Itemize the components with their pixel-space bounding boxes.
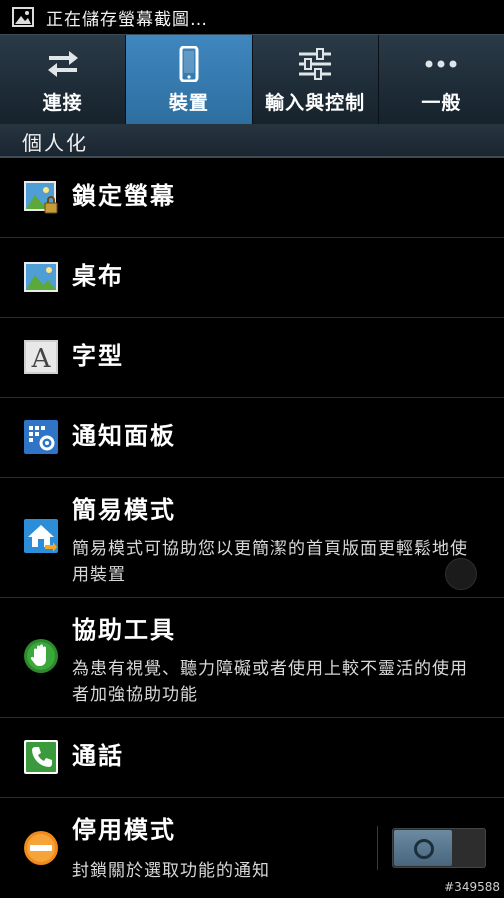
tab-label: 連接 (42, 91, 83, 114)
list-item-accessibility[interactable]: 協助工具 為患有視覺、聽力障礙或者使用上較不靈活的使用者加強協助功能 (0, 598, 504, 718)
item-subtitle: 簡易模式可協助您以更簡潔的首頁版面更輕鬆地使用裝置 (72, 539, 468, 585)
floating-touch-dot (445, 558, 477, 590)
lock-screen-icon (24, 181, 58, 214)
notification-panel-icon (24, 420, 58, 454)
more-dots-icon (425, 60, 457, 67)
toggle-divider (377, 826, 378, 870)
item-title: 停用模式 (72, 816, 176, 844)
tab-label: 一般 (421, 91, 462, 114)
item-title: 簡易模式 (72, 496, 176, 524)
tab-label: 裝置 (168, 91, 209, 114)
blocking-mode-toggle[interactable] (392, 828, 486, 868)
tab-label: 輸入與控制 (265, 91, 366, 114)
status-bar: 正在儲存螢幕截圖… (0, 0, 504, 34)
list-item-blocking-mode[interactable]: 停用模式 封鎖關於選取功能的通知 (0, 798, 504, 898)
accessibility-icon (24, 639, 58, 673)
item-title: 鎖定螢幕 (72, 182, 176, 210)
section-header-label: 個人化 (22, 131, 88, 155)
tab-general[interactable]: 一般 (379, 35, 504, 125)
list-item-call[interactable]: 通話 (0, 718, 504, 798)
blocking-mode-icon (24, 831, 58, 865)
item-title: 字型 (72, 342, 124, 370)
item-title: 通話 (72, 742, 124, 770)
section-header: 個人化 (0, 124, 504, 158)
tab-device[interactable]: 裝置 (126, 35, 253, 125)
list-item-notification-panel[interactable]: 通知面板 (0, 398, 504, 478)
item-subtitle: 為患有視覺、聽力障礙或者使用上較不靈活的使用者加強協助功能 (72, 659, 468, 705)
screenshot-image-icon (12, 7, 34, 27)
svg-text:A: A (31, 344, 52, 374)
item-title: 桌布 (72, 262, 124, 290)
swap-arrows-icon (47, 50, 78, 77)
call-icon (24, 740, 58, 774)
list-item-lock-screen[interactable]: 鎖定螢幕 (0, 158, 504, 238)
wallpaper-icon (24, 262, 58, 292)
settings-tab-bar: 連接 裝置 輸入與控制 一般 (0, 34, 504, 125)
list-item-easy-mode[interactable]: 簡易模式 簡易模式可協助您以更簡潔的首頁版面更輕鬆地使用裝置 (0, 478, 504, 598)
list-item-wallpaper[interactable]: 桌布 (0, 238, 504, 318)
font-icon: A (24, 340, 58, 374)
easy-mode-icon (24, 519, 58, 553)
tab-connections[interactable]: 連接 (0, 35, 127, 125)
toggle-knob (394, 830, 452, 866)
list-item-font[interactable]: A 字型 (0, 318, 504, 398)
item-title: 協助工具 (72, 616, 176, 644)
phone-device-icon (179, 45, 199, 82)
watermark: #349588 (444, 880, 500, 894)
tab-input-and-control[interactable]: 輸入與控制 (253, 35, 379, 125)
sliders-icon (299, 47, 332, 80)
status-notification-text: 正在儲存螢幕截圖… (46, 9, 208, 30)
item-title: 通知面板 (72, 422, 176, 450)
